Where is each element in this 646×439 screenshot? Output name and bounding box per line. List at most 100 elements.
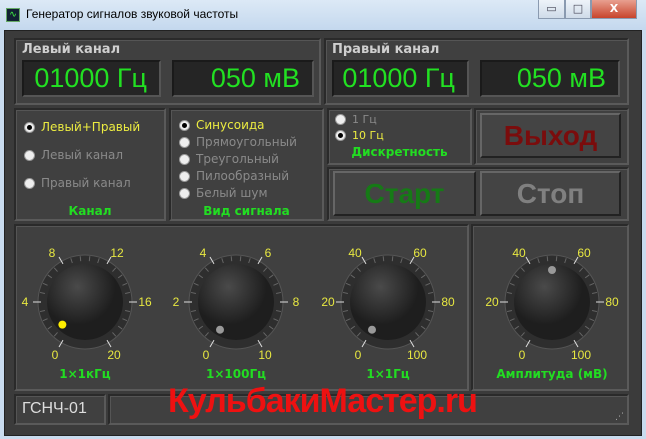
radio-label: Синусоида (196, 118, 265, 132)
radio-label: Белый шум (196, 186, 268, 200)
knob-scale-label: 100 (570, 348, 592, 362)
radio-icon (24, 149, 35, 161)
knob-scale-label: 40 (348, 246, 362, 260)
knob-scale-label: 60 (413, 246, 427, 260)
knob-scale-label: 12 (110, 246, 124, 260)
resize-grip-icon[interactable]: ⋰ (615, 412, 624, 422)
channel-radio-0[interactable]: Левый+Правый (24, 119, 140, 135)
knob-tick (546, 256, 549, 262)
left-channel-panel: Левый канал 01000 Гц 050 мВ (14, 38, 321, 105)
knob-scale-label: 100 (406, 348, 428, 362)
waveform-radio-0[interactable]: Синусоида (179, 117, 265, 133)
channel-radio-1[interactable]: Левый канал (24, 147, 123, 163)
radio-icon (179, 119, 190, 131)
knob-caption: 1×100Гц (206, 367, 266, 381)
close-button[interactable]: X (591, 0, 637, 19)
right-frequency-display: 01000 Гц (332, 60, 469, 97)
radio-label: Левый канал (41, 148, 124, 162)
maximize-button[interactable]: □ (565, 0, 591, 19)
knob-tick (239, 256, 242, 262)
radio-label: Прямоугольный (196, 135, 297, 149)
step-caption: Дискретность (351, 145, 448, 159)
waveform-caption: Вид сигнала (203, 204, 290, 218)
knob-scale-label: 4 (21, 295, 29, 309)
knob-caption: 1×1Гц (366, 367, 410, 381)
knob-indicator (58, 320, 67, 329)
left-channel-label: Левый канал (22, 42, 121, 57)
radio-icon (335, 129, 346, 141)
knob[interactable] (333, 247, 443, 357)
knob-scale-label: 80 (441, 295, 455, 309)
knob-tick (391, 256, 394, 262)
knob-scale-label: 20 (107, 348, 121, 362)
window-title: Генератор сигналов звуковой частоты (26, 7, 239, 21)
knob-scale-label: 6 (264, 246, 272, 260)
app-icon: ∿ (6, 8, 20, 22)
exit-panel: Выход (474, 108, 629, 165)
knob-scale-label: 4 (199, 246, 207, 260)
knob-scale-label: 0 (51, 348, 59, 362)
right-channel-panel: Правый канал 01000 Гц 050 мВ (324, 38, 629, 105)
knob-scale-label: 8 (48, 246, 56, 260)
device-label: ГСНЧ-01 (22, 400, 87, 417)
radio-label: Треугольный (196, 152, 279, 166)
radio-label: 1 Гц (352, 112, 377, 126)
radio-label: Левый+Правый (41, 120, 141, 134)
waveform-radio-3[interactable]: Пилообразный (179, 168, 289, 184)
knob-tick (79, 256, 82, 262)
knob-indicator (216, 325, 224, 334)
channel-panel: Левый+Правый Левый канал Правый канал Кана… (14, 108, 166, 221)
knob-scale-label: 10 (258, 348, 272, 362)
title-bar: ∿ Генератор сигналов звуковой частоты ▭ … (0, 0, 646, 30)
radio-icon (179, 153, 190, 165)
radio-icon (335, 113, 346, 125)
right-amplitude-display: 050 мВ (480, 60, 620, 97)
left-frequency-display: 01000 Гц (22, 60, 161, 97)
knob-scale-label: 8 (292, 295, 300, 309)
knob[interactable] (181, 247, 291, 357)
right-channel-label: Правый канал (332, 42, 440, 57)
knob-caption: 1×1кГц (59, 367, 111, 381)
step-radio-0[interactable]: 1 Гц (335, 111, 377, 127)
watermark: КульбакиМастер.ru (168, 382, 478, 420)
knob-indicator (368, 325, 376, 334)
knob-tick (230, 256, 233, 262)
knob[interactable] (497, 247, 607, 357)
knob[interactable] (30, 247, 140, 357)
knob-scale-label: 20 (485, 295, 499, 309)
knob-scale-label: 20 (321, 295, 335, 309)
exit-button[interactable]: Выход (480, 113, 621, 158)
radio-icon (24, 177, 35, 189)
knob-scale-label: 0 (518, 348, 526, 362)
control-panel: Старт Стоп (327, 167, 629, 221)
radio-label: 10 Гц (352, 128, 384, 142)
step-panel: 1 Гц 10 Гц Дискретность (327, 108, 472, 165)
minimize-button[interactable]: ▭ (538, 0, 565, 19)
device-label-panel: ГСНЧ-01 (14, 394, 106, 425)
radio-label: Правый канал (41, 176, 131, 190)
start-button[interactable]: Старт (333, 171, 476, 216)
radio-icon (179, 136, 190, 148)
knob-tick (88, 256, 91, 262)
step-radio-1[interactable]: 10 Гц (335, 127, 384, 143)
knob-scale-label: 16 (138, 295, 152, 309)
knob-scale-label: 40 (512, 246, 526, 260)
knob-caption: Амплитуда (мВ) (496, 367, 608, 381)
stop-button[interactable]: Стоп (480, 171, 621, 216)
waveform-radio-1[interactable]: Прямоугольный (179, 134, 297, 150)
channel-caption: Канал (68, 204, 112, 218)
waveform-panel: Синусоида Прямоугольный Треугольный Пилообр… (169, 108, 324, 221)
knob-tick (555, 256, 558, 262)
radio-icon (179, 170, 190, 182)
knob-scale-label: 2 (172, 295, 180, 309)
waveform-radio-2[interactable]: Треугольный (179, 151, 279, 167)
knob-scale-label: 80 (605, 295, 619, 309)
knob-scale-label: 0 (354, 348, 362, 362)
waveform-radio-4[interactable]: Белый шум (179, 185, 268, 201)
channel-radio-2[interactable]: Правый канал (24, 175, 131, 191)
radio-icon (24, 121, 35, 133)
radio-label: Пилообразный (196, 169, 290, 183)
knob-tick (382, 256, 385, 262)
knob-indicator (548, 266, 556, 274)
knob-scale-label: 60 (577, 246, 591, 260)
